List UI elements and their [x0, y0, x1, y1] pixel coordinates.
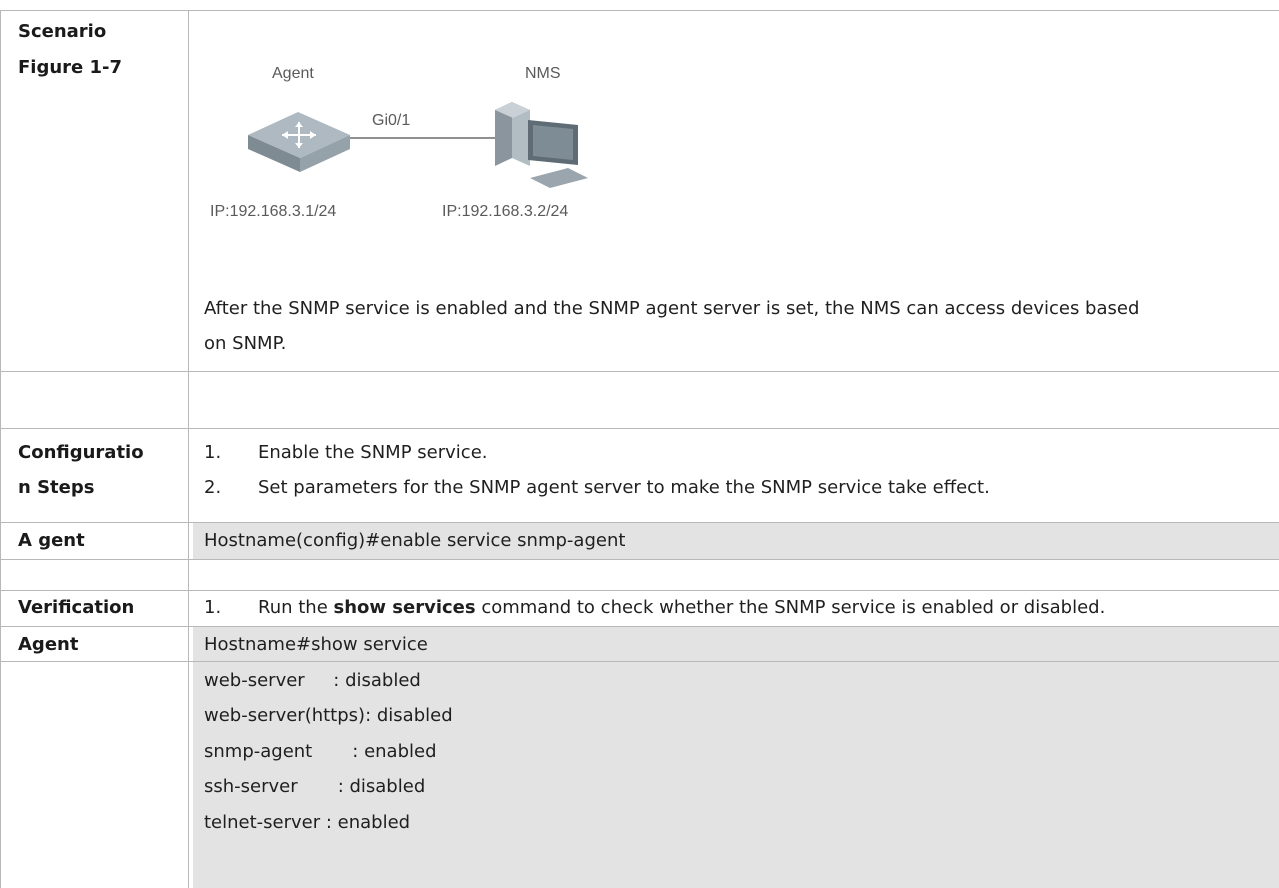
scenario-description-line2: on SNMP. [204, 333, 287, 354]
output-line: Hostname#show service [204, 634, 428, 655]
switch-icon [248, 112, 350, 172]
nms-figure-label: NMS [525, 65, 561, 82]
verification-label: Verification [18, 597, 135, 618]
computer-icon [495, 102, 588, 188]
step-text: Set parameters for the SNMP agent server… [258, 477, 990, 498]
port-label: Gi0/1 [372, 112, 410, 129]
verification-step-text: Run the show services command to check w… [258, 597, 1106, 618]
agent-config-label: A gent [18, 530, 85, 551]
step-number: 1. [204, 442, 222, 463]
step-text: Enable the SNMP service. [258, 442, 488, 463]
show-services-command: show services [333, 597, 476, 618]
output-line: web-server : disabled [204, 670, 421, 691]
agent-config-command: Hostname(config)#enable service snmp-age… [204, 530, 626, 551]
figure-label: Figure 1-7 [18, 57, 123, 78]
agent-output-label: Agent [18, 634, 79, 655]
scenario-description-line1: After the SNMP service is enabled and th… [204, 298, 1140, 319]
output-line: web-server(https): disabled [204, 705, 453, 726]
step-number: 2. [204, 477, 222, 498]
nms-ip-label: IP:192.168.3.2/24 [442, 203, 568, 220]
output-line: ssh-server : disabled [204, 776, 426, 797]
scenario-label: Scenario [18, 21, 107, 42]
config-steps-label-line2: n Steps [18, 477, 95, 498]
agent-ip-label: IP:192.168.3.1/24 [210, 203, 336, 220]
output-line: telnet-server : enabled [204, 812, 411, 833]
network-topology-figure: Agent NMS Gi0/1 IP:192.168.3.1/24 IP:192… [210, 65, 588, 220]
verification-step-number: 1. [204, 597, 222, 618]
agent-figure-label: Agent [272, 65, 314, 82]
output-line: snmp-agent : enabled [204, 741, 437, 762]
document-table: Scenario Figure 1-7 Agent NMS Gi0/1 IP:1… [0, 0, 1279, 888]
config-steps-label-line1: Configuratio [18, 442, 144, 463]
